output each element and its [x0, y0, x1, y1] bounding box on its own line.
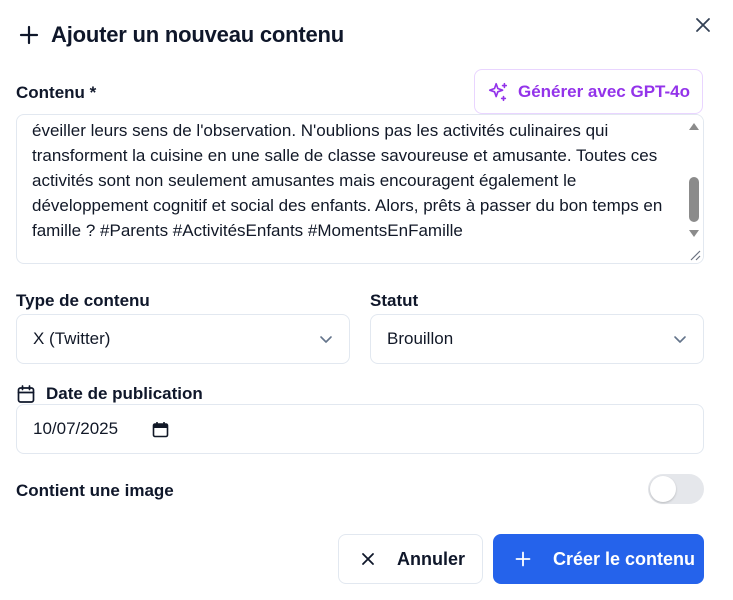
content-type-label: Type de contenu [16, 291, 150, 310]
status-label: Statut [370, 291, 419, 310]
content-textarea[interactable]: cours à leur imagination, ou organisez d… [16, 114, 704, 264]
plus-icon [515, 551, 531, 567]
chevron-down-icon [320, 336, 332, 343]
cancel-label: Annuler [397, 548, 466, 569]
calendar-icon [17, 385, 35, 403]
calendar-picker-icon [152, 421, 169, 437]
create-label: Créer le contenu [553, 548, 696, 569]
generate-gpt-label: Générer avec GPT-4o [518, 81, 690, 101]
cancel-button[interactable]: Annuler [338, 534, 483, 584]
toggle-knob [650, 476, 676, 502]
scroll-down-arrow-icon[interactable] [688, 229, 700, 239]
sparkles-icon [488, 82, 508, 101]
add-content-dialog: Ajouter un nouveau contenu Contenu * Gén… [0, 0, 733, 600]
close-icon [362, 553, 374, 565]
chevron-down-icon [674, 336, 686, 343]
status-select[interactable]: Brouillon [370, 314, 704, 364]
content-text: cours à leur imagination, ou organisez d… [32, 121, 663, 240]
dialog-header: Ajouter un nouveau contenu [18, 22, 344, 48]
dialog-title: Ajouter un nouveau contenu [51, 22, 345, 47]
publication-date-value: 10/07/2025 [33, 419, 119, 438]
status-value: Brouillon [387, 329, 454, 348]
textarea-scrollbar[interactable] [685, 115, 703, 263]
content-type-value: X (Twitter) [33, 329, 111, 348]
publication-date-label-row: Date de publication [16, 384, 203, 404]
generate-gpt-button[interactable]: Générer avec GPT-4o [474, 69, 703, 114]
plus-icon [18, 24, 40, 46]
scroll-up-arrow-icon[interactable] [688, 121, 700, 131]
publication-date-input[interactable]: 10/07/2025 [16, 404, 704, 454]
publication-date-label: Date de publication [46, 384, 203, 403]
content-label: Contenu * [16, 83, 97, 102]
resize-handle-icon[interactable] [686, 246, 702, 262]
scroll-thumb[interactable] [689, 177, 699, 222]
create-content-button[interactable]: Créer le contenu [493, 534, 704, 584]
close-button[interactable] [690, 12, 716, 38]
image-toggle[interactable] [648, 474, 704, 504]
date-picker-button[interactable] [152, 421, 169, 438]
content-type-select[interactable]: X (Twitter) [16, 314, 350, 364]
image-toggle-label: Contient une image [16, 481, 174, 500]
close-icon [696, 18, 710, 32]
